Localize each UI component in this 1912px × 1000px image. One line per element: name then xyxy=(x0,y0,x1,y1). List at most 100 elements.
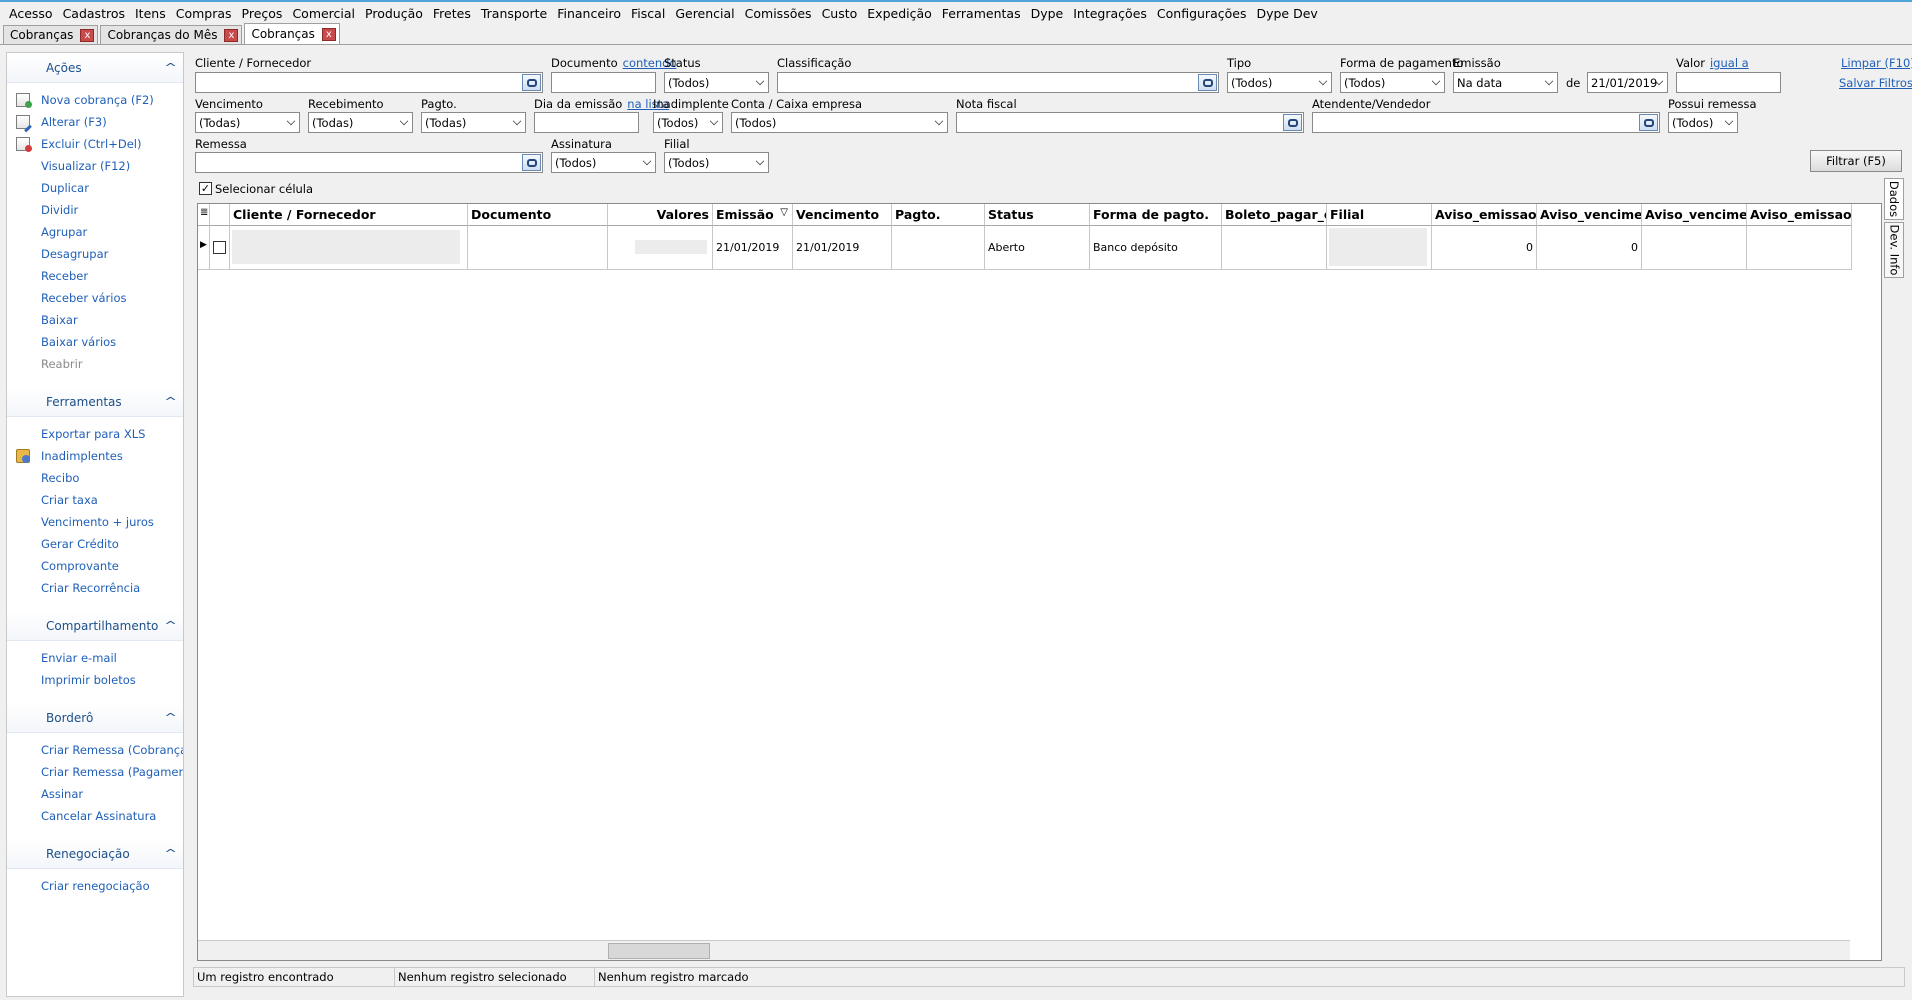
nota-fiscal-input[interactable] xyxy=(956,112,1304,133)
chevron-up-icon[interactable]: ^ xyxy=(164,619,177,632)
sidebar-item[interactable]: Gerar Crédito xyxy=(7,533,183,555)
menu-fiscal[interactable]: Fiscal xyxy=(626,6,670,21)
tipo-select[interactable]: (Todos) xyxy=(1227,72,1332,93)
col-aviso-vencimento-2[interactable]: Aviso_vencimer xyxy=(1642,204,1747,226)
col-aviso-emissao[interactable]: Aviso_emissao xyxy=(1432,204,1537,226)
sidebar-item[interactable]: Visualizar (F12) xyxy=(7,155,183,177)
sidebar-item[interactable]: Exportar para XLS xyxy=(7,423,183,445)
section-header[interactable]: Ferramentas ^ xyxy=(7,387,183,417)
cell-aviso-vencimento-1[interactable]: 0 xyxy=(1537,226,1642,270)
section-header[interactable]: Renegociação ^ xyxy=(7,839,183,869)
sidebar-item[interactable]: Recibo xyxy=(7,467,183,489)
row-select-cell[interactable] xyxy=(210,226,230,270)
sidebar-item[interactable]: Baixar vários xyxy=(7,331,183,353)
cell-emissao[interactable]: 21/01/2019 xyxy=(713,226,793,270)
selecionar-celula-checkbox[interactable]: ✓ xyxy=(199,182,212,195)
menu-transporte[interactable]: Transporte xyxy=(476,6,552,21)
close-tab-icon[interactable]: x xyxy=(224,28,239,42)
sidebar-item[interactable]: Baixar xyxy=(7,309,183,331)
sidebar-item[interactable]: Nova cobrança (F2) xyxy=(7,89,183,111)
col-documento[interactable]: Documento xyxy=(468,204,608,226)
sidebar-item[interactable]: Criar Recorrência xyxy=(7,577,183,599)
menu-dype-dev[interactable]: Dype Dev xyxy=(1251,6,1322,21)
grid-menu-icon[interactable]: ≣ xyxy=(198,204,210,226)
cell-status[interactable]: Aberto xyxy=(985,226,1090,270)
sidebar-item[interactable]: Comprovante xyxy=(7,555,183,577)
sidebar-item[interactable]: Vencimento + juros xyxy=(7,511,183,533)
menu-comissoes[interactable]: Comissões xyxy=(740,6,817,21)
menu-producao[interactable]: Produção xyxy=(360,6,428,21)
tab-cobrancas-active[interactable]: Cobranças x xyxy=(244,23,340,44)
menu-acesso[interactable]: Acesso xyxy=(4,6,58,21)
dia-emissao-input[interactable] xyxy=(534,112,639,133)
sidebar-item[interactable]: Excluir (Ctrl+Del) xyxy=(7,133,183,155)
valor-mode-link[interactable]: igual a xyxy=(1710,56,1749,70)
cell-vencimento[interactable]: 21/01/2019 xyxy=(793,226,892,270)
salvar-filtros-link[interactable]: Salvar Filtros xyxy=(1839,76,1912,90)
sidebar-item[interactable]: Desagrupar xyxy=(7,243,183,265)
possui-remessa-select[interactable]: (Todos) xyxy=(1668,112,1738,133)
col-pagto[interactable]: Pagto. xyxy=(892,204,985,226)
chevron-up-icon[interactable]: ^ xyxy=(164,61,177,74)
sidebar-item[interactable]: Agrupar xyxy=(7,221,183,243)
col-status[interactable]: Status xyxy=(985,204,1090,226)
cell-forma-pagto[interactable]: Banco depósito xyxy=(1090,226,1222,270)
binoculars-icon[interactable] xyxy=(522,154,541,171)
menu-expedicao[interactable]: Expedição xyxy=(862,6,937,21)
sidebar-item[interactable]: Receber vários xyxy=(7,287,183,309)
menu-configuracoes[interactable]: Configurações xyxy=(1152,6,1252,21)
sidebar-item[interactable]: Duplicar xyxy=(7,177,183,199)
chevron-up-icon[interactable]: ^ xyxy=(164,847,177,860)
cell-filial[interactable] xyxy=(1327,226,1432,270)
col-filial[interactable]: Filial xyxy=(1327,204,1432,226)
documento-input[interactable] xyxy=(551,72,656,93)
row-checkbox[interactable] xyxy=(213,241,226,254)
menu-itens[interactable]: Itens xyxy=(130,6,171,21)
limpar-link[interactable]: Limpar (F10) xyxy=(1841,56,1912,70)
tab-cobrancas-do-mes[interactable]: Cobranças do Mês x xyxy=(100,25,243,44)
cell-cliente[interactable] xyxy=(230,226,468,270)
sidebar-item[interactable]: Alterar (F3) xyxy=(7,111,183,133)
col-valores[interactable]: Valores xyxy=(608,204,713,226)
sidebar-item[interactable]: Criar Remessa (Pagamento) xyxy=(7,761,183,783)
menu-custo[interactable]: Custo xyxy=(817,6,863,21)
section-header[interactable]: Compartilhamento ^ xyxy=(7,611,183,641)
horizontal-scrollbar[interactable] xyxy=(198,940,1850,960)
binoculars-icon[interactable] xyxy=(1198,74,1217,91)
menu-gerencial[interactable]: Gerencial xyxy=(670,6,739,21)
col-aviso-vencimento-1[interactable]: Aviso_vencimer xyxy=(1537,204,1642,226)
col-aviso-emissao-2[interactable]: Aviso_emissao_ xyxy=(1747,204,1852,226)
tab-dev-info[interactable]: Dev. Info xyxy=(1884,222,1904,278)
filtrar-button[interactable]: Filtrar (F5) xyxy=(1810,150,1902,172)
classificacao-input[interactable] xyxy=(777,72,1219,93)
binoculars-icon[interactable] xyxy=(1639,114,1658,131)
menu-precos[interactable]: Preços xyxy=(237,6,288,21)
cell-documento[interactable] xyxy=(468,226,608,270)
atendente-input[interactable] xyxy=(1312,112,1660,133)
cell-aviso-emissao-2[interactable] xyxy=(1747,226,1852,270)
menu-dype[interactable]: Dype xyxy=(1026,6,1069,21)
section-header[interactable]: Ações ^ xyxy=(7,53,183,83)
vencimento-select[interactable]: (Todas) xyxy=(195,112,300,133)
tab-cobrancas-1[interactable]: Cobranças x xyxy=(3,25,99,44)
sidebar-item[interactable]: Criar Remessa (Cobrança) xyxy=(7,739,183,761)
close-tab-icon[interactable]: x xyxy=(321,27,336,41)
conta-select[interactable]: (Todos) xyxy=(731,112,948,133)
inadimplente-select[interactable]: (Todos) xyxy=(653,112,723,133)
cell-valores[interactable] xyxy=(608,226,713,270)
tab-dados[interactable]: Dados xyxy=(1884,178,1904,220)
chevron-up-icon[interactable]: ^ xyxy=(164,395,177,408)
sidebar-item[interactable]: Assinar xyxy=(7,783,183,805)
cell-boleto-pagar[interactable] xyxy=(1222,226,1327,270)
sidebar-item[interactable]: Imprimir boletos xyxy=(7,669,183,691)
menu-compras[interactable]: Compras xyxy=(171,6,237,21)
chevron-up-icon[interactable]: ^ xyxy=(164,711,177,724)
remessa-input[interactable] xyxy=(195,152,543,173)
sidebar-item[interactable]: Dividir xyxy=(7,199,183,221)
menu-integracoes[interactable]: Integrações xyxy=(1068,6,1152,21)
sidebar-item[interactable]: Cancelar Assinatura xyxy=(7,805,183,827)
col-forma-pagto[interactable]: Forma de pagto. xyxy=(1090,204,1222,226)
recebimento-select[interactable]: (Todas) xyxy=(308,112,413,133)
sidebar-item[interactable]: Criar taxa xyxy=(7,489,183,511)
emissao-select[interactable]: Na data xyxy=(1453,72,1558,93)
